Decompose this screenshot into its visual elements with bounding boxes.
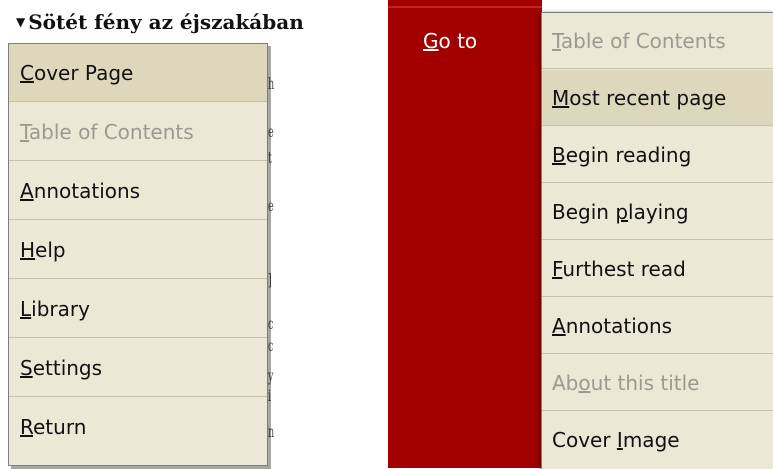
goto-submenu: Table of Contents Most recent page Begin… [541, 12, 773, 469]
menu-item-annotations[interactable]: Annotations [542, 298, 773, 354]
menu-item-furthest-read[interactable]: Furthest read [542, 241, 773, 297]
expand-triangle-icon[interactable]: ▼ [16, 15, 25, 29]
menu-item-help[interactable]: Help [9, 221, 267, 279]
menu-bar-highlight-line [388, 6, 542, 8]
book-title[interactable]: ▼ Sötét fény az éjszakában [16, 10, 304, 34]
menu-item-begin-reading[interactable]: Begin reading [542, 127, 773, 183]
book-title-text: Sötét fény az éjszakában [28, 10, 304, 34]
menu-item-cover-page[interactable]: Cover Page [9, 44, 267, 102]
right-panel: Go to Table of Contents Most recent page… [388, 0, 773, 469]
left-panel: ▼ Sötét fény az éjszakában h e t e ] c c … [0, 0, 375, 468]
menu-item-table-of-contents[interactable]: Table of Contents [542, 13, 773, 69]
menu-item-begin-playing[interactable]: Begin playing [542, 184, 773, 240]
background-page-text: h e t e ] c c y i n [268, 74, 275, 441]
menu-item-settings[interactable]: Settings [9, 339, 267, 397]
menu-item-most-recent-page[interactable]: Most recent page [542, 70, 773, 126]
menu-item-table-of-contents[interactable]: Table of Contents [9, 103, 267, 161]
menu-item-library[interactable]: Library [9, 280, 267, 338]
menu-item-about-this-title[interactable]: About this title [542, 355, 773, 411]
goto-menu-button[interactable]: Go to [423, 29, 477, 53]
goto-menu-bar: Go to [388, 0, 542, 468]
menu-item-annotations[interactable]: Annotations [9, 162, 267, 220]
left-context-menu: Cover Page Table of Contents Annotations… [8, 43, 268, 466]
menu-item-cover-image[interactable]: Cover Image [542, 412, 773, 468]
menu-item-return[interactable]: Return [9, 398, 267, 456]
